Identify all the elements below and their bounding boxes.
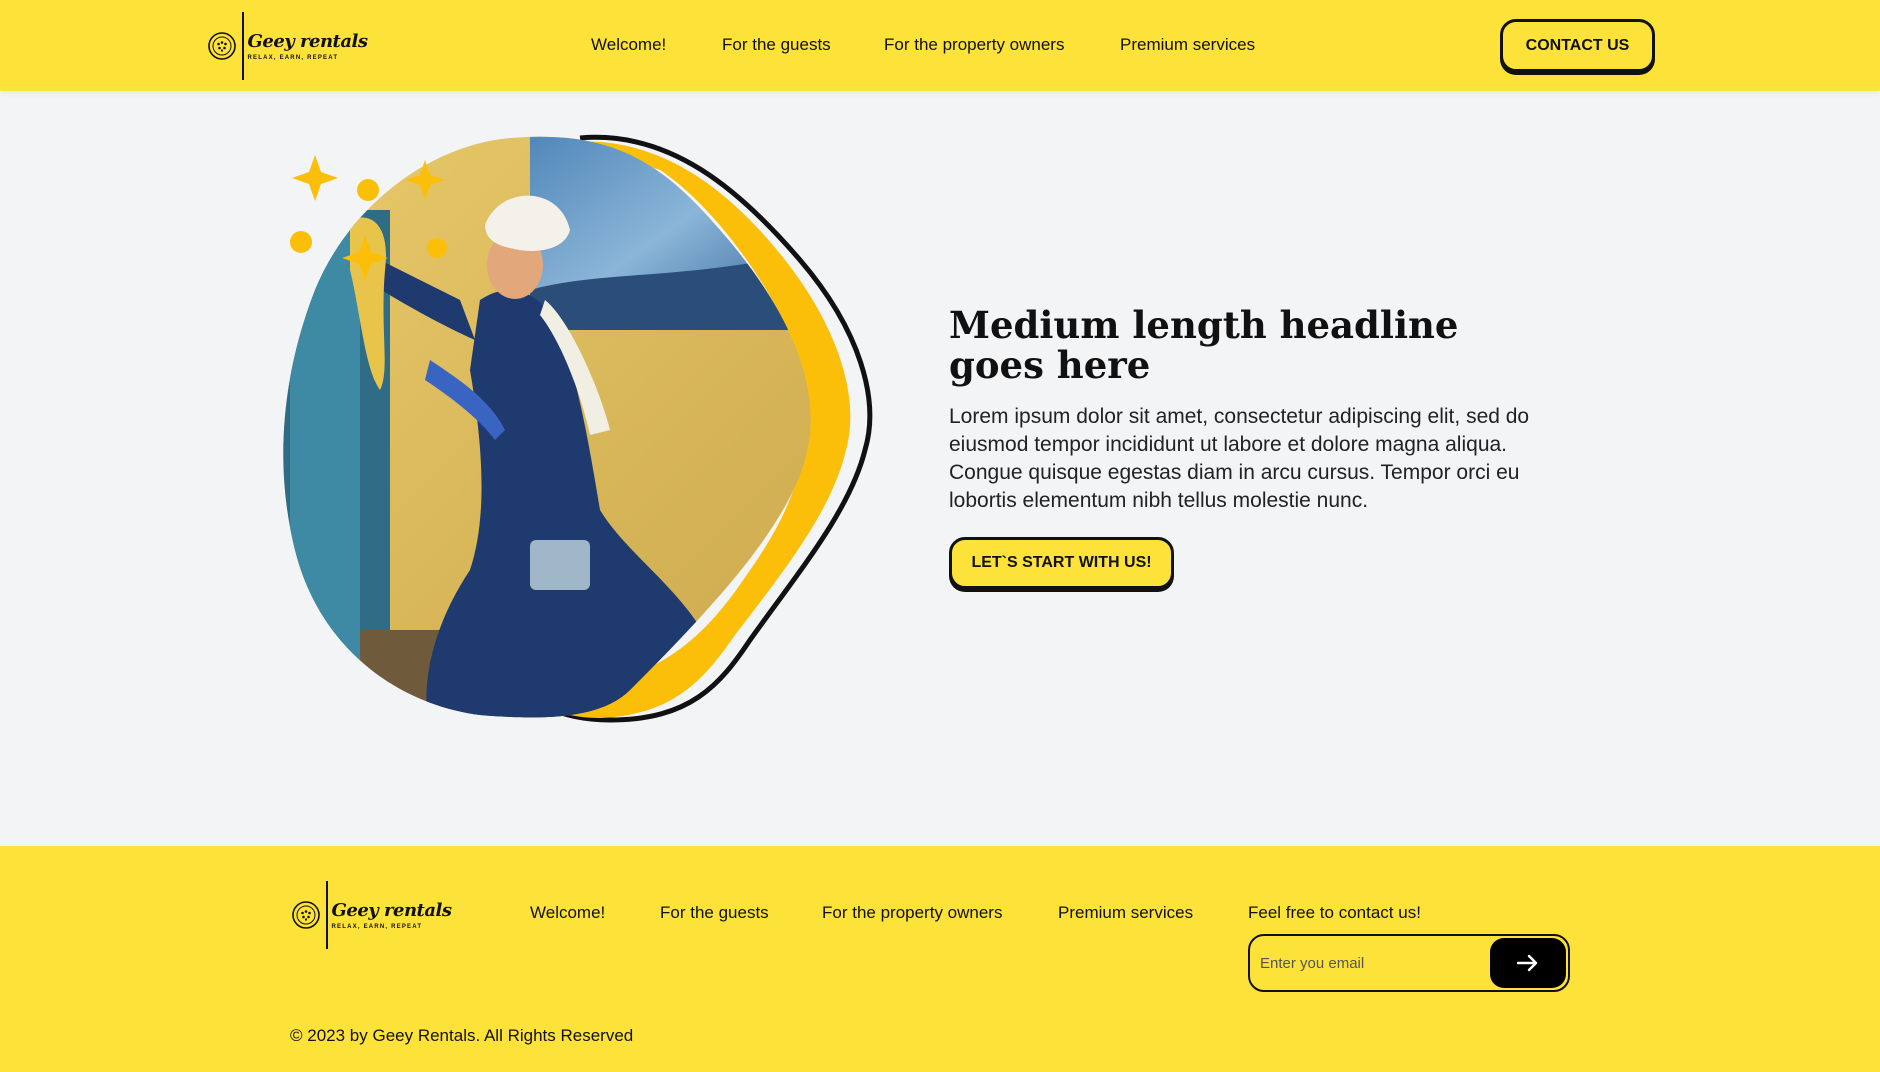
sparkle-icon [292,155,338,201]
logo-text: Geey rentals RELAX, EARN, REPEAT [247,30,368,61]
hero-headline: Medium length headline goes here [949,303,1459,387]
contact-us-button[interactable]: CONTACT US [1500,19,1655,72]
logo-text: Geey rentals RELAX, EARN, REPEAT [331,899,452,930]
brand-name: Geey rentals [331,899,452,921]
nav-item-welcome[interactable]: Welcome! [591,35,666,55]
nav-item-property-owners[interactable]: For the property owners [884,35,1064,55]
hero-illustration [283,134,873,723]
logo-divider [326,881,328,949]
lighthouse-logo-icon [292,901,320,929]
hero-body: Lorem ipsum dolor sit amet, consectetur … [949,405,1530,512]
arrow-right-icon [1517,954,1538,972]
logo-divider [242,12,244,80]
brand-name: Geey rentals [247,30,368,52]
footer-contact-label: Feel free to contact us! [1248,903,1421,922]
nav-item-premium-services[interactable]: Premium services [1120,35,1255,55]
footer-nav-property-owners[interactable]: For the property owners [822,903,1002,923]
email-input[interactable] [1260,950,1480,976]
start-button[interactable]: LET`S START WITH US! [949,537,1174,589]
footer-nav-guests[interactable]: For the guests [660,903,769,923]
brand-tagline: RELAX, EARN, REPEAT [247,54,339,61]
dot-icon [427,238,447,258]
lighthouse-logo-icon [208,32,236,60]
footer-nav-welcome[interactable]: Welcome! [530,903,605,923]
site-footer: Geey rentals RELAX, EARN, REPEAT Welcome… [0,846,1880,1072]
dot-icon [290,231,312,253]
site-header: Geey rentals RELAX, EARN, REPEAT Welcome… [0,0,1880,91]
dot-icon [357,179,379,201]
nav-item-guests[interactable]: For the guests [722,35,831,55]
copyright-text: © 2023 by Geey Rentals. All Rights Reser… [290,1026,634,1045]
email-submit-button[interactable] [1490,938,1566,988]
email-subscribe [1248,934,1570,992]
footer-brand-logo[interactable]: Geey rentals RELAX, EARN, REPEAT [290,881,452,949]
maid-painting [283,136,811,718]
brand-tagline: RELAX, EARN, REPEAT [331,923,423,930]
footer-nav-premium-services[interactable]: Premium services [1058,903,1193,923]
brand-logo[interactable]: Geey rentals RELAX, EARN, REPEAT [206,12,368,80]
